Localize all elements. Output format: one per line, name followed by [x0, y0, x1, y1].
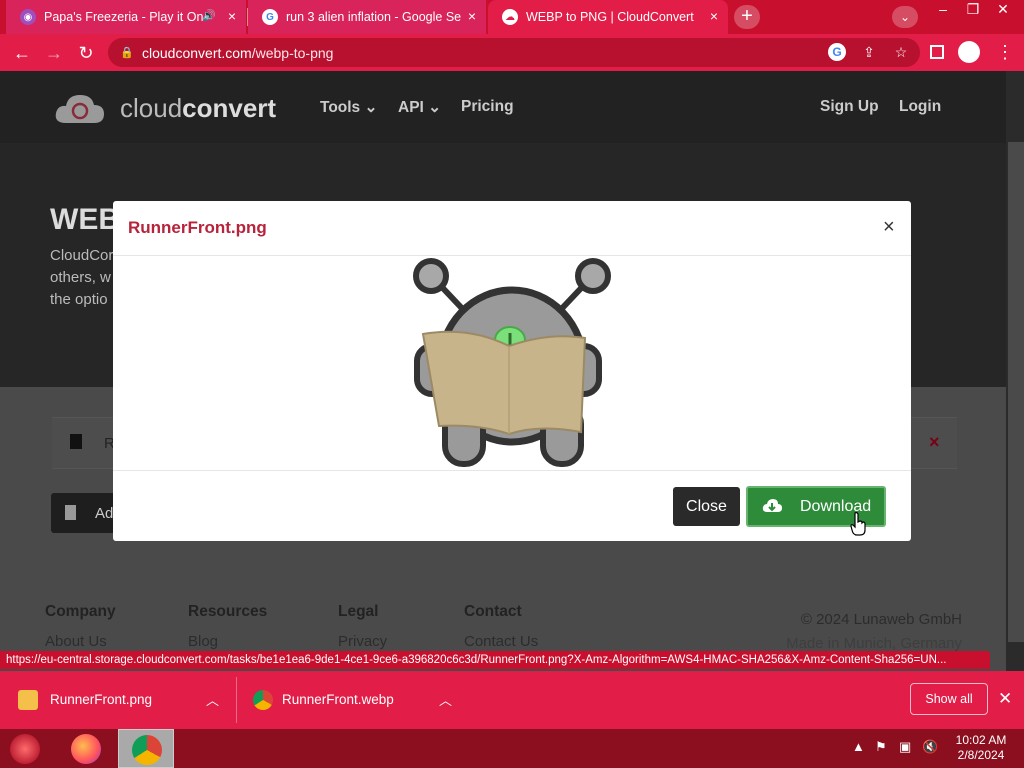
add-file-icon — [65, 505, 76, 520]
back-icon[interactable]: ← — [11, 42, 33, 64]
bookmark-star-icon[interactable]: ☆ — [892, 43, 910, 61]
chrome-icon — [132, 735, 162, 765]
download-item-name: RunnerFront.png — [50, 692, 153, 707]
address-bar[interactable]: 🔒 cloudconvert.com/webp-to-png G ⇪ ☆ — [108, 38, 920, 67]
footer-copyright: © 2024 Lunaweb GmbH — [800, 611, 962, 628]
omnibox-actions: G ⇪ ☆ — [828, 43, 910, 61]
taskbar-chrome[interactable] — [118, 729, 174, 768]
chevron-down-icon: ⌄ — [428, 99, 442, 116]
tab-close-icon[interactable]: × — [468, 8, 476, 24]
lock-icon[interactable]: 🔒 — [120, 46, 134, 59]
cloudconvert-logo-icon[interactable] — [54, 89, 106, 125]
windows-taskbar: ▲ ⚑ ▣ 🔇 10:02 AM 2/8/2024 — [0, 729, 1024, 768]
volume-muted-icon[interactable]: 🔇 — [922, 739, 938, 755]
tray-expand-icon[interactable]: ▲ — [852, 739, 865, 754]
hero-text-line: CloudCor — [50, 247, 114, 264]
footer-heading-contact: Contact — [464, 603, 522, 620]
modal-header: RunnerFront.png × — [113, 201, 911, 256]
close-shelf-icon[interactable]: ✕ — [998, 689, 1012, 709]
runner-alien-image — [413, 258, 611, 467]
tab-close-icon[interactable]: × — [228, 8, 236, 24]
footer-link-about[interactable]: About Us — [45, 633, 107, 650]
start-orb-icon — [10, 734, 40, 764]
clock-date: 2/8/2024 — [957, 748, 1005, 762]
restore-icon[interactable]: ❐ — [958, 0, 988, 20]
reload-icon[interactable]: ↻ — [75, 42, 97, 64]
chrome-icon — [253, 690, 273, 710]
google-lens-icon[interactable]: G — [828, 43, 846, 61]
footer-made-in: Made in Munich, Germany — [786, 635, 962, 652]
site-logo-text[interactable]: cloudconvert — [120, 93, 276, 124]
hand-cursor-icon — [850, 512, 866, 536]
tab-close-icon[interactable]: × — [710, 8, 718, 24]
nav-api[interactable]: API ⌄ — [398, 98, 441, 117]
download-item[interactable]: RunnerFront.webp ︿ — [236, 671, 472, 729]
clock-time: 10:02 AM — [955, 733, 1007, 747]
tab-title: run 3 alien inflation - Google Se — [286, 10, 462, 24]
browser-tab-bar: ◉ Papa's Freezeria - Play it Onl 🔊 × G r… — [0, 0, 1024, 34]
hero-title: WEB — [50, 203, 120, 236]
game-favicon-icon: ◉ — [20, 9, 36, 25]
profile-avatar-icon[interactable] — [958, 41, 980, 63]
site-header: cloudconvert Tools ⌄ API ⌄ Pricing Sign … — [0, 71, 1006, 143]
share-icon[interactable]: ⇪ — [860, 43, 878, 61]
close-button[interactable]: Close — [673, 487, 740, 526]
tab-papas-freezeria[interactable]: ◉ Papa's Freezeria - Play it Onl 🔊 × — [6, 0, 246, 34]
nav-pricing[interactable]: Pricing — [461, 98, 514, 116]
download-item[interactable]: RunnerFront.png ︿ — [0, 671, 236, 729]
network-icon[interactable]: ▣ — [899, 739, 911, 755]
modal-title: RunnerFront.png — [128, 218, 267, 237]
hero-text-line: the optio — [50, 291, 108, 308]
modal-body — [113, 256, 911, 470]
tab-search-icon[interactable]: ⌄ — [892, 6, 918, 28]
forward-icon[interactable]: → — [43, 42, 65, 64]
chevron-up-icon[interactable]: ︿ — [206, 690, 219, 709]
hero-text-line: others, w — [50, 269, 111, 286]
page-scrollbar-thumb[interactable] — [1008, 142, 1024, 642]
tab-cloudconvert[interactable]: ☁ WEBP to PNG | CloudConvert × — [488, 0, 728, 34]
nav-login[interactable]: Login — [899, 98, 941, 116]
show-all-button[interactable]: Show all — [910, 683, 988, 715]
preview-modal: RunnerFront.png × Close Download — [113, 201, 911, 541]
footer-link-privacy[interactable]: Privacy — [338, 633, 387, 650]
image-file-icon — [18, 690, 38, 710]
tab-google-search[interactable]: G run 3 alien inflation - Google Se × — [248, 0, 486, 34]
nav-tools[interactable]: Tools ⌄ — [320, 98, 378, 117]
start-button[interactable] — [0, 729, 56, 768]
window-controls: – ❐ ✕ — [928, 0, 1018, 20]
remove-file-icon[interactable]: × — [929, 432, 940, 453]
window-close-icon[interactable]: ✕ — [988, 0, 1018, 20]
cloud-download-icon — [762, 499, 782, 512]
file-icon — [70, 434, 82, 449]
footer-heading-resources: Resources — [188, 603, 268, 620]
chevron-down-icon: ⌄ — [364, 99, 378, 116]
side-panel-icon[interactable] — [930, 45, 944, 59]
action-center-flag-icon[interactable]: ⚑ — [875, 739, 887, 755]
footer-link-blog[interactable]: Blog — [188, 633, 218, 650]
cloudconvert-favicon-icon: ☁ — [502, 9, 518, 25]
browser-toolbar: ← → ↻ 🔒 cloudconvert.com/webp-to-png G ⇪… — [0, 34, 1024, 71]
tab-title: Papa's Freezeria - Play it Onl — [44, 10, 204, 24]
firefox-icon — [71, 734, 101, 764]
nav-signup[interactable]: Sign Up — [820, 98, 879, 116]
downloads-shelf: RunnerFront.png ︿ RunnerFront.webp ︿ Sho… — [0, 671, 1024, 729]
minimize-icon[interactable]: – — [928, 0, 958, 20]
tab-title: WEBP to PNG | CloudConvert — [526, 10, 694, 24]
footer-heading-legal: Legal — [338, 603, 379, 620]
chevron-up-icon[interactable]: ︿ — [439, 690, 452, 709]
speaker-icon[interactable]: 🔊 — [202, 9, 216, 22]
status-bar-url: https://eu-central.storage.cloudconvert.… — [0, 651, 990, 669]
system-clock[interactable]: 10:02 AM 2/8/2024 — [950, 733, 1012, 763]
menu-dots-icon[interactable]: ⋮ — [996, 42, 1014, 63]
taskbar-firefox[interactable] — [58, 729, 114, 768]
download-item-name: RunnerFront.webp — [282, 692, 394, 707]
google-favicon-icon: G — [262, 9, 278, 25]
new-tab-button[interactable]: + — [734, 5, 760, 29]
footer-link-contact-us[interactable]: Contact Us — [464, 633, 538, 650]
modal-footer: Close Download — [113, 470, 911, 541]
url-text: cloudconvert.com/webp-to-png — [142, 44, 334, 61]
modal-close-icon[interactable]: × — [883, 216, 895, 239]
footer-heading-company: Company — [45, 603, 116, 620]
